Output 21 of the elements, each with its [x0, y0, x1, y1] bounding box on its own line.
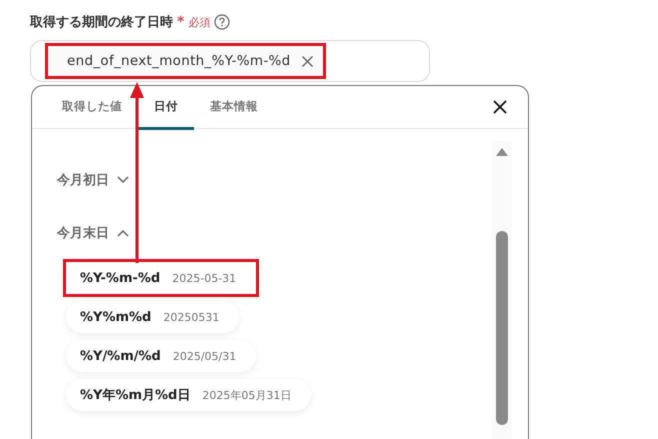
required-text: 必須	[188, 14, 210, 30]
scroll-up-icon[interactable]	[495, 147, 509, 157]
scrollbar-thumb[interactable]	[496, 231, 508, 425]
tab[interactable]: 基本情報	[194, 86, 274, 130]
tab[interactable]: 取得した値	[46, 86, 138, 130]
required-asterisk: *	[177, 14, 184, 30]
help-icon[interactable]	[214, 14, 230, 30]
format-option[interactable]: %Y年%m月%d日 2025年05月31日	[66, 379, 312, 411]
caret-down-icon[interactable]	[117, 176, 129, 184]
input-field[interactable]: end_of_next_month_%Y-%m-%d	[30, 40, 430, 82]
format-option[interactable]: %Y/%m/%d 2025/05/31	[66, 340, 256, 372]
value-chip[interactable]: end_of_next_month_%Y-%m-%d	[49, 47, 322, 75]
remove-icon[interactable]	[300, 54, 314, 68]
format-option[interactable]: %Y-%m-%d 2025-05-31	[66, 262, 256, 294]
field-label: 取得する期間の終了日時	[30, 14, 173, 31]
group-label[interactable]: 今月初日	[57, 170, 109, 188]
scrollbar-track[interactable]	[492, 141, 512, 439]
close-icon[interactable]	[492, 99, 508, 115]
format-option[interactable]: %Y%m%d 20250531	[66, 301, 240, 333]
group-label[interactable]: 今月末日	[57, 224, 109, 242]
caret-up-icon[interactable]	[117, 228, 129, 236]
